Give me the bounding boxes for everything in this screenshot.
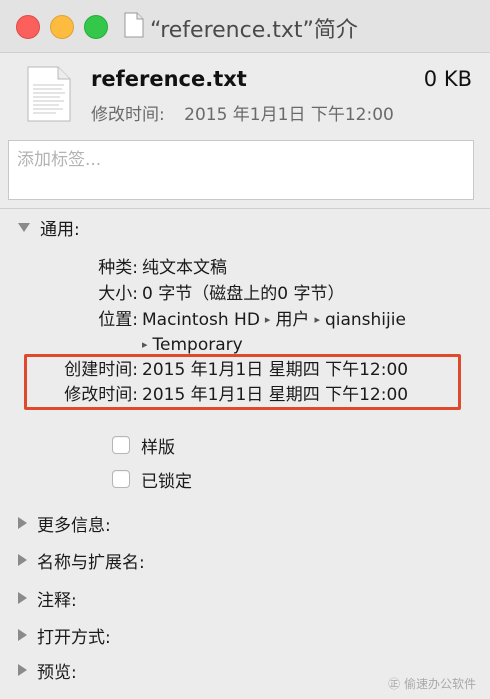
window-title: “reference.txt”简介: [150, 18, 358, 43]
header-modified-label: 修改时间:: [91, 105, 165, 125]
document-icon: [124, 12, 144, 38]
kind-label: 种类:: [98, 258, 138, 278]
where-label: 位置:: [98, 310, 138, 330]
section-comments-label: 注释:: [37, 590, 77, 611]
where-path[interactable]: Macintosh HD ▸ 用户 ▸ qianshijie: [142, 308, 406, 332]
size-row: 大小: 0 字节（磁盘上的0 字节）: [0, 282, 490, 306]
locked-label: 已锁定: [141, 471, 192, 492]
path-arrow-icon: ▸: [264, 313, 271, 326]
info-header: reference.txt 0 KB 修改时间: 2015 年1月1日 下午12…: [0, 53, 490, 135]
section-name-extension[interactable]: 名称与扩展名:: [18, 546, 145, 574]
kind-value: 纯文本文稿: [142, 258, 227, 278]
text-file-icon: [27, 66, 71, 122]
file-size: 0 KB: [423, 67, 472, 91]
section-open-with[interactable]: 打开方式:: [18, 621, 111, 649]
path-item[interactable]: 用户: [275, 310, 309, 330]
size-label: 大小:: [98, 284, 138, 304]
section-more-info-label: 更多信息:: [37, 515, 111, 536]
minimize-button[interactable]: [50, 15, 74, 39]
stationery-checkbox-row[interactable]: 样版: [112, 431, 175, 459]
section-preview[interactable]: 预览:: [18, 656, 77, 684]
path-item[interactable]: Macintosh HD: [142, 310, 260, 330]
section-general[interactable]: 通用:: [18, 213, 80, 241]
kind-row: 种类: 纯文本文稿: [0, 256, 490, 280]
disclosure-closed-icon: [18, 592, 27, 604]
disclosure-closed-icon: [18, 629, 27, 641]
divider: [0, 208, 490, 209]
header-modified-value: 2015 年1月1日 下午12:00: [184, 105, 394, 125]
locked-checkbox-row[interactable]: 已锁定: [112, 465, 192, 493]
zoom-button[interactable]: [84, 15, 108, 39]
section-preview-label: 预览:: [37, 662, 77, 683]
highlight-annotation: [24, 354, 461, 410]
where-row: 位置: Macintosh HD ▸ 用户 ▸ qianshijie: [0, 308, 490, 332]
disclosure-closed-icon: [18, 517, 27, 529]
header-modified: 修改时间: 2015 年1月1日 下午12:00: [91, 100, 394, 125]
path-arrow-icon: ▸: [314, 313, 320, 326]
section-open-with-label: 打开方式:: [37, 627, 111, 648]
disclosure-open-icon: [18, 222, 30, 232]
path-item[interactable]: Temporary: [153, 335, 243, 355]
tags-input[interactable]: [8, 140, 474, 200]
disclosure-closed-icon: [18, 664, 27, 676]
file-name: reference.txt: [91, 67, 247, 91]
section-general-label: 通用:: [40, 219, 80, 240]
title-bar: “reference.txt”简介: [0, 0, 490, 53]
size-value: 0 字节（磁盘上的0 字节）: [142, 284, 345, 304]
close-button[interactable]: [16, 15, 40, 39]
watermark: ㊣ 偷速办公软件: [388, 677, 476, 691]
section-comments[interactable]: 注释:: [18, 584, 77, 612]
section-name-extension-label: 名称与扩展名:: [37, 552, 145, 573]
stationery-checkbox[interactable]: [112, 436, 130, 454]
section-more-info[interactable]: 更多信息:: [18, 509, 111, 537]
locked-checkbox[interactable]: [112, 470, 130, 488]
path-item[interactable]: qianshijie: [325, 310, 406, 330]
stationery-label: 样版: [141, 437, 175, 458]
disclosure-closed-icon: [18, 554, 27, 566]
